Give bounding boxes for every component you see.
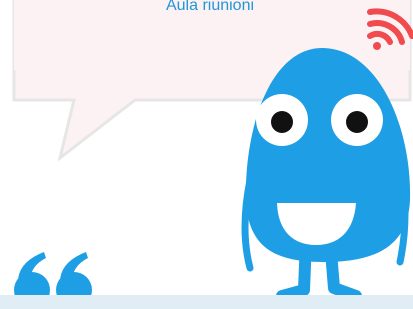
- screen: Aula riunioni: [0, 0, 413, 309]
- blue-mascot: [241, 47, 411, 302]
- wifi-icon: [367, 8, 413, 50]
- bottom-band: [0, 295, 413, 309]
- illustration: [14, 8, 413, 308]
- mascot-left-pupil: [271, 111, 293, 133]
- mascot-right-pupil: [346, 111, 368, 133]
